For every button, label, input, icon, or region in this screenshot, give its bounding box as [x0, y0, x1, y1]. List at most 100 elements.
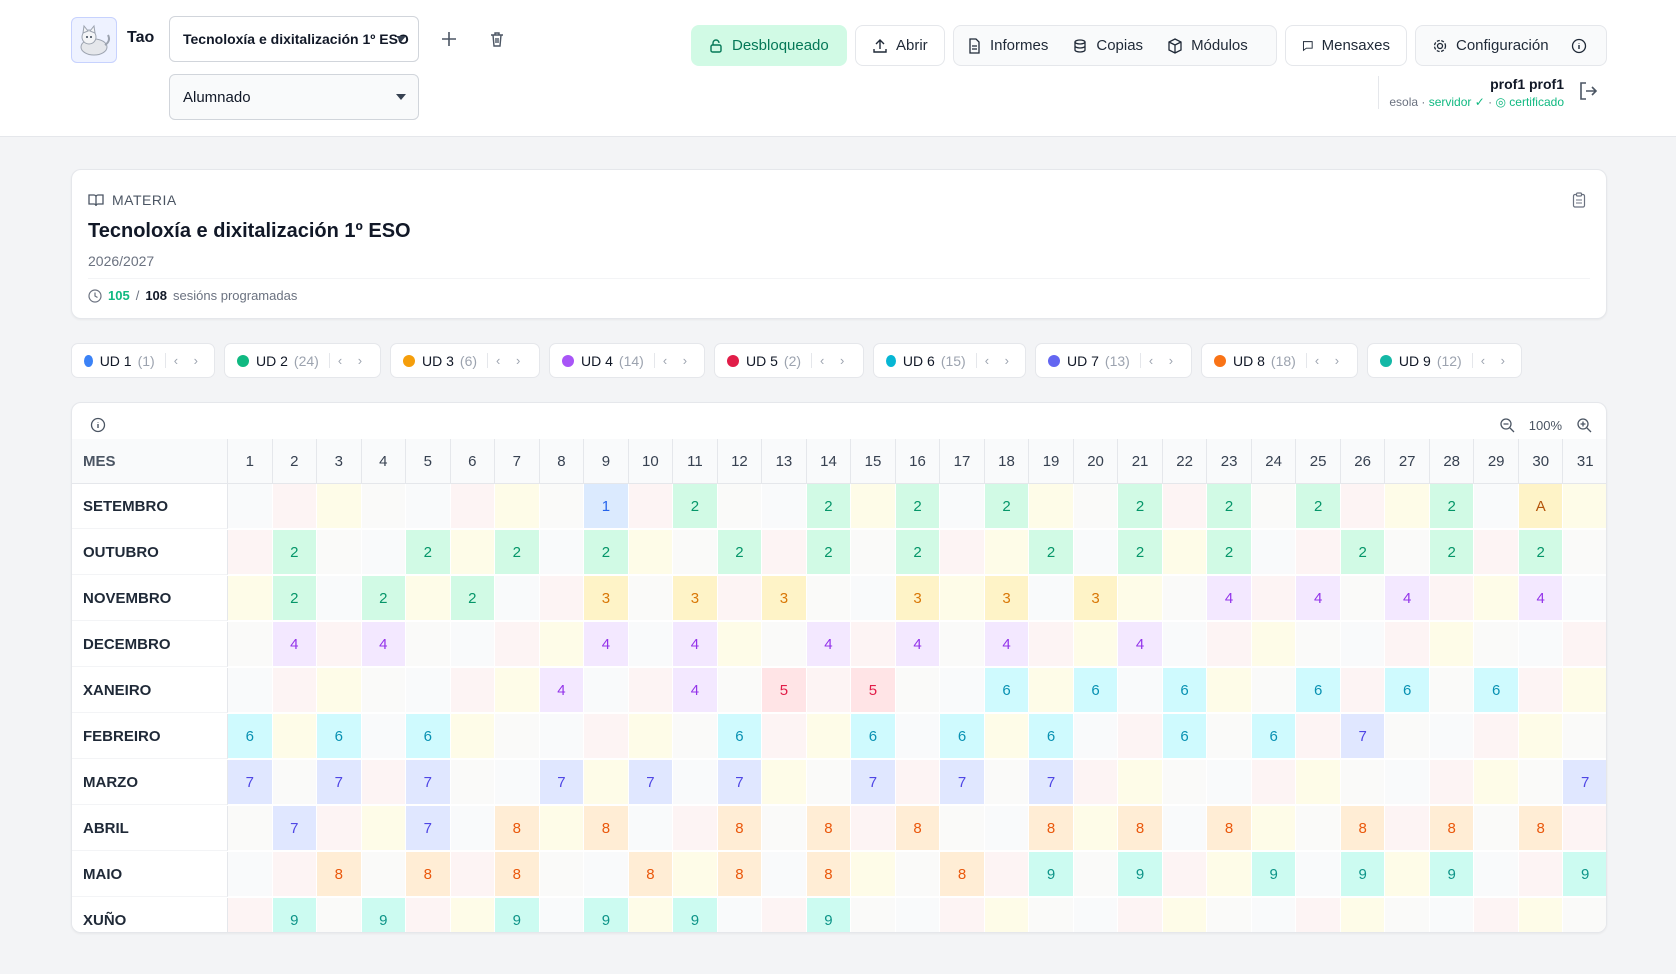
- empty-day-cell[interactable]: [1073, 622, 1119, 667]
- session-cell[interactable]: 3: [762, 576, 807, 621]
- unit-chip[interactable]: UD 7 (13) ‹ ›: [1035, 343, 1192, 378]
- session-cell[interactable]: 8: [584, 806, 629, 851]
- session-cell[interactable]: 8: [628, 852, 674, 897]
- empty-day-cell[interactable]: [1474, 760, 1519, 805]
- empty-day-cell[interactable]: [851, 530, 896, 575]
- session-cell[interactable]: 4: [673, 622, 718, 667]
- empty-day-cell[interactable]: [495, 714, 540, 759]
- empty-day-cell[interactable]: [406, 898, 451, 932]
- session-cell[interactable]: 6: [940, 714, 985, 759]
- empty-day-cell[interactable]: [450, 898, 496, 932]
- empty-day-cell[interactable]: [1029, 484, 1074, 529]
- empty-day-cell[interactable]: [1162, 576, 1208, 621]
- empty-day-cell[interactable]: [940, 530, 985, 575]
- empty-day-cell[interactable]: [628, 484, 674, 529]
- session-cell[interactable]: 6: [984, 668, 1030, 713]
- session-cell[interactable]: 7: [628, 760, 674, 805]
- empty-day-cell[interactable]: [1029, 668, 1074, 713]
- session-cell[interactable]: 9: [1029, 852, 1074, 897]
- session-cell[interactable]: 6: [317, 714, 362, 759]
- empty-day-cell[interactable]: [1474, 530, 1519, 575]
- empty-day-cell[interactable]: [717, 622, 763, 667]
- logout-button[interactable]: [1577, 80, 1599, 107]
- empty-day-cell[interactable]: [272, 484, 318, 529]
- empty-day-cell[interactable]: [1429, 760, 1475, 805]
- session-cell[interactable]: 7: [1340, 714, 1386, 759]
- empty-day-cell[interactable]: [539, 852, 585, 897]
- empty-day-cell[interactable]: [984, 852, 1030, 897]
- session-cell[interactable]: 9: [272, 898, 318, 932]
- empty-day-cell[interactable]: [1518, 714, 1564, 759]
- session-cell[interactable]: 4: [539, 668, 585, 713]
- empty-day-cell[interactable]: [1296, 714, 1341, 759]
- session-cell[interactable]: 6: [406, 714, 451, 759]
- session-cell[interactable]: 6: [1029, 714, 1074, 759]
- empty-day-cell[interactable]: [495, 484, 540, 529]
- session-cell[interactable]: 8: [1429, 806, 1475, 851]
- empty-day-cell[interactable]: [762, 806, 807, 851]
- empty-day-cell[interactable]: [673, 806, 718, 851]
- session-cell[interactable]: 6: [1162, 668, 1208, 713]
- empty-day-cell[interactable]: [1474, 576, 1519, 621]
- session-cell[interactable]: 2: [495, 530, 540, 575]
- empty-day-cell[interactable]: [940, 622, 985, 667]
- empty-day-cell[interactable]: [1474, 484, 1519, 529]
- session-cell[interactable]: 2: [1118, 530, 1163, 575]
- empty-day-cell[interactable]: [628, 530, 674, 575]
- empty-day-cell[interactable]: [539, 714, 585, 759]
- session-cell[interactable]: 2: [272, 530, 318, 575]
- session-cell[interactable]: 6: [851, 714, 896, 759]
- session-cell[interactable]: 6: [1162, 714, 1208, 759]
- session-cell[interactable]: 9: [806, 898, 852, 932]
- reports-button[interactable]: Informes: [954, 26, 1060, 65]
- session-cell[interactable]: 8: [717, 852, 763, 897]
- empty-day-cell[interactable]: [762, 530, 807, 575]
- session-cell[interactable]: 6: [1474, 668, 1519, 713]
- empty-day-cell[interactable]: [762, 760, 807, 805]
- session-cell[interactable]: 3: [895, 576, 941, 621]
- info-icon[interactable]: [1571, 38, 1587, 54]
- session-cell[interactable]: 4: [1118, 622, 1163, 667]
- session-cell[interactable]: 2: [1296, 484, 1341, 529]
- empty-day-cell[interactable]: [984, 806, 1030, 851]
- session-cell[interactable]: 8: [895, 806, 941, 851]
- empty-day-cell[interactable]: [317, 668, 362, 713]
- empty-day-cell[interactable]: [539, 530, 585, 575]
- empty-day-cell[interactable]: [1296, 622, 1341, 667]
- empty-day-cell[interactable]: [1073, 898, 1119, 932]
- empty-day-cell[interactable]: [317, 484, 362, 529]
- unit-chip[interactable]: UD 3 (6) ‹ ›: [390, 343, 540, 378]
- empty-day-cell[interactable]: [1563, 484, 1606, 529]
- session-cell[interactable]: 2: [806, 530, 852, 575]
- empty-day-cell[interactable]: [628, 714, 674, 759]
- empty-day-cell[interactable]: [1474, 622, 1519, 667]
- unit-chip[interactable]: UD 9 (12) ‹ ›: [1367, 343, 1522, 378]
- empty-day-cell[interactable]: [495, 760, 540, 805]
- session-cell[interactable]: 9: [1563, 852, 1606, 897]
- empty-day-cell[interactable]: [762, 714, 807, 759]
- session-cell[interactable]: 2: [895, 484, 941, 529]
- session-cell[interactable]: 2: [272, 576, 318, 621]
- session-cell[interactable]: 2: [984, 484, 1030, 529]
- empty-day-cell[interactable]: [628, 898, 674, 932]
- session-cell[interactable]: 2: [1429, 530, 1475, 575]
- calendar-info-button[interactable]: [90, 417, 106, 438]
- empty-day-cell[interactable]: [851, 898, 896, 932]
- empty-day-cell[interactable]: [851, 806, 896, 851]
- empty-day-cell[interactable]: [317, 898, 362, 932]
- empty-day-cell[interactable]: [1340, 760, 1386, 805]
- empty-day-cell[interactable]: [450, 714, 496, 759]
- empty-day-cell[interactable]: [317, 530, 362, 575]
- messages-button[interactable]: Mensaxes: [1285, 25, 1407, 66]
- session-cell[interactable]: 6: [717, 714, 763, 759]
- empty-day-cell[interactable]: [228, 622, 273, 667]
- session-cell[interactable]: 2: [1029, 530, 1074, 575]
- empty-day-cell[interactable]: [1474, 898, 1519, 932]
- empty-day-cell[interactable]: [317, 576, 362, 621]
- empty-day-cell[interactable]: [940, 898, 985, 932]
- empty-day-cell[interactable]: [717, 668, 763, 713]
- empty-day-cell[interactable]: [317, 806, 362, 851]
- empty-day-cell[interactable]: [1518, 852, 1564, 897]
- session-cell[interactable]: 9: [673, 898, 718, 932]
- empty-day-cell[interactable]: [1162, 484, 1208, 529]
